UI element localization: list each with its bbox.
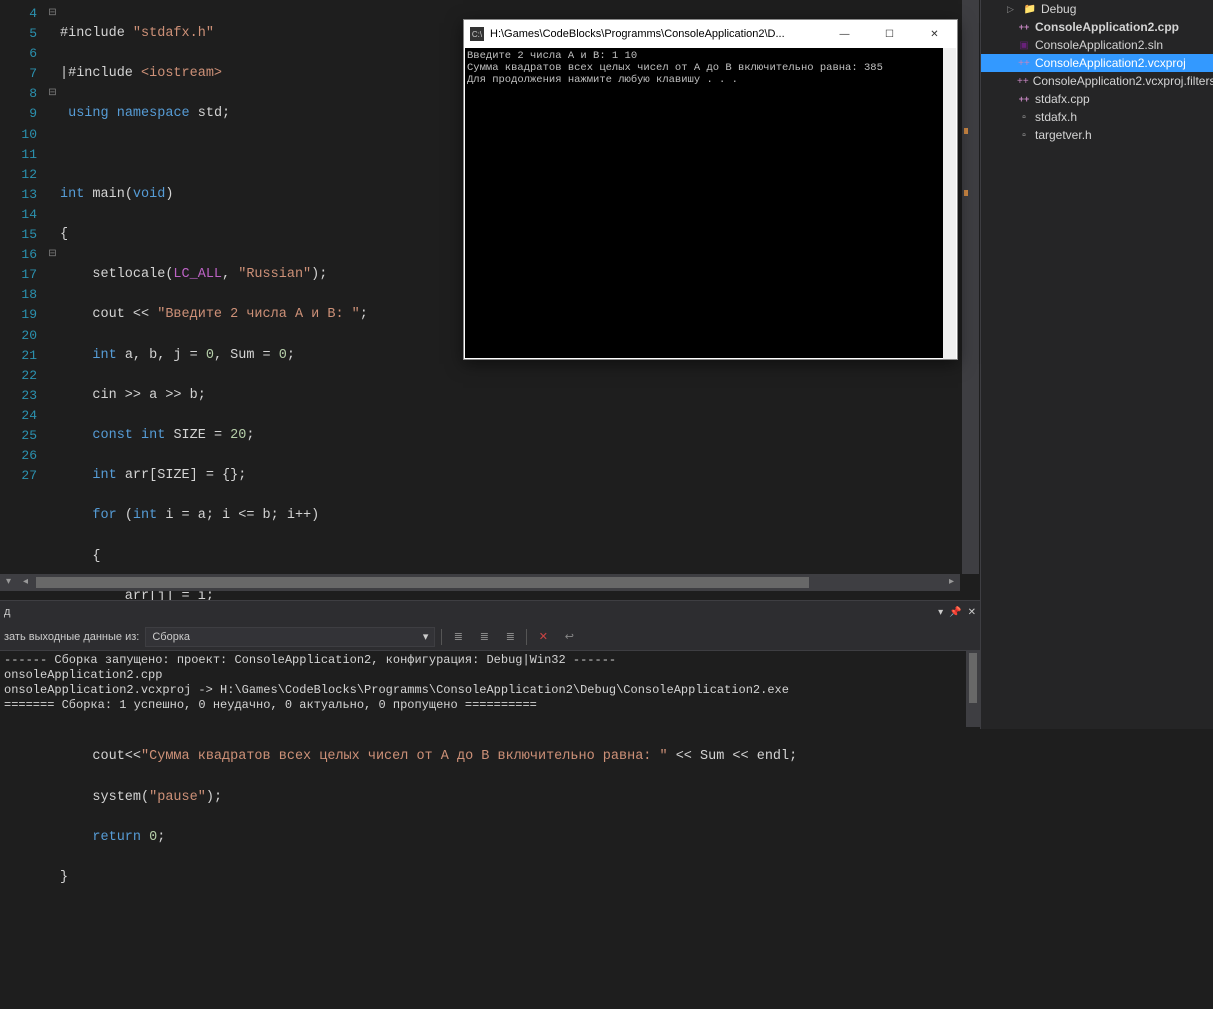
editor-vertical-scrollbar[interactable] (962, 0, 979, 574)
vcx-file-icon: ++ (1017, 74, 1029, 88)
tree-item-stdafx-h[interactable]: ▫ stdafx.h (981, 108, 1213, 126)
tree-item-targetver-h[interactable]: ▫ targetver.h (981, 126, 1213, 144)
console-title-text: H:\Games\CodeBlocks\Programms\ConsoleApp… (490, 28, 822, 40)
h-file-icon: ▫ (1017, 110, 1031, 124)
scroll-right-icon[interactable]: ▸ (943, 574, 960, 591)
output-toolbar: зать выходные данные из: Сборка ▾ ≣ ≣ ≣ … (0, 623, 980, 651)
scroll-thumb[interactable] (36, 577, 809, 588)
tree-item-stdafx-cpp[interactable]: ++ stdafx.cpp (981, 90, 1213, 108)
chevron-down-icon: ▾ (423, 630, 429, 643)
console-output[interactable]: Введите 2 числа A и B: 1 10 Сумма квадра… (465, 48, 956, 358)
output-source-label: зать выходные данные из: (4, 631, 139, 643)
output-vertical-scrollbar[interactable] (966, 651, 980, 727)
output-content[interactable]: ------ Сборка запущено: проект: ConsoleA… (0, 651, 980, 715)
tree-label: ConsoleApplication2.vcxproj (1035, 56, 1186, 70)
goto-next-icon[interactable]: ≣ (474, 627, 494, 647)
maximize-button[interactable]: ☐ (867, 20, 912, 48)
tree-label: targetver.h (1035, 128, 1092, 142)
tree-item-vcxproj[interactable]: ++ ConsoleApplication2.vcxproj (981, 54, 1213, 72)
output-panel-header: д ▾ 📌 ✕ (0, 601, 980, 623)
output-source-value: Сборка (152, 631, 190, 643)
goto-prev-icon[interactable]: ≣ (448, 627, 468, 647)
tree-label: ConsoleApplication2.sln (1035, 38, 1163, 52)
line-number-gutter: 456789 101112131415 161718192021 2223242… (0, 0, 45, 597)
output-source-combo[interactable]: Сборка ▾ (145, 627, 435, 647)
scroll-thumb[interactable] (969, 653, 977, 703)
close-icon[interactable]: ✕ (968, 607, 976, 618)
split-dropdown-icon[interactable]: ▾ (0, 574, 17, 591)
expand-arrow-icon[interactable]: ▷ (1007, 4, 1019, 15)
tree-label: stdafx.cpp (1035, 92, 1090, 106)
cpp-file-icon: ++ (1017, 92, 1031, 106)
output-panel[interactable]: д ▾ 📌 ✕ зать выходные данные из: Сборка … (0, 600, 980, 729)
console-app-icon: C:\ (470, 27, 484, 41)
file-tree[interactable]: ▷ 📁 Debug ++ ConsoleApplication2.cpp ▣ C… (981, 0, 1213, 144)
h-file-icon: ▫ (1017, 128, 1031, 142)
console-scrollbar[interactable] (943, 48, 956, 359)
output-title-text: д (4, 606, 10, 618)
tree-item-sln[interactable]: ▣ ConsoleApplication2.sln (981, 36, 1213, 54)
sln-file-icon: ▣ (1017, 38, 1031, 52)
scroll-left-icon[interactable]: ◂ (17, 574, 34, 591)
folder-icon: 📁 (1023, 2, 1037, 16)
tree-item-debug[interactable]: ▷ 📁 Debug (981, 0, 1213, 18)
console-titlebar[interactable]: C:\ H:\Games\CodeBlocks\Programms\Consol… (464, 20, 957, 48)
tree-label: Debug (1041, 2, 1076, 16)
word-wrap-icon[interactable]: ↩ (559, 627, 579, 647)
pin-icon[interactable]: 📌 (949, 607, 961, 618)
minimize-button[interactable]: — (822, 20, 867, 48)
tree-item-vcxfilters[interactable]: ++ ConsoleApplication2.vcxproj.filters (981, 72, 1213, 90)
tree-item-cpp[interactable]: ++ ConsoleApplication2.cpp (981, 18, 1213, 36)
tree-label: ConsoleApplication2.cpp (1035, 20, 1179, 34)
dropdown-icon[interactable]: ▾ (938, 607, 943, 618)
tree-label: stdafx.h (1035, 110, 1077, 124)
solution-explorer[interactable]: ▷ 📁 Debug ++ ConsoleApplication2.cpp ▣ C… (980, 0, 1213, 729)
vcx-file-icon: ++ (1017, 56, 1031, 70)
tree-label: ConsoleApplication2.vcxproj.filters (1033, 74, 1213, 88)
console-window[interactable]: C:\ H:\Games\CodeBlocks\Programms\Consol… (463, 19, 958, 360)
close-button[interactable]: ✕ (912, 20, 957, 48)
fold-column[interactable]: ⊟⊟⊟ (45, 0, 60, 597)
editor-horizontal-scrollbar[interactable]: ▾ ◂ ▸ (0, 574, 960, 591)
cpp-file-icon: ++ (1017, 20, 1031, 34)
clear-all-icon[interactable]: ✕ (533, 627, 553, 647)
clear-icon[interactable]: ≣ (500, 627, 520, 647)
